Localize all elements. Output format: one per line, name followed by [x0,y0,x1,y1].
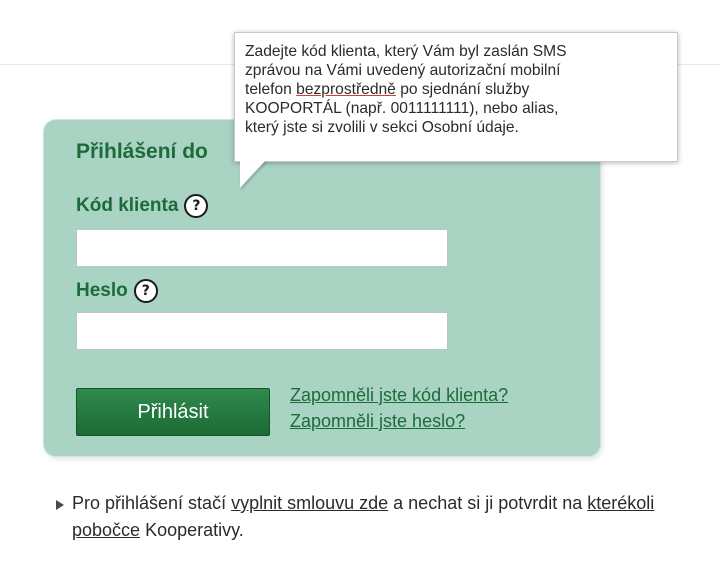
login-button[interactable]: Přihlásit [76,388,270,436]
truncated-header-text [0,0,720,12]
triangle-right-icon [56,500,64,510]
registration-info: Pro přihlášení stačí vyplnit smlouvu zde… [72,490,712,544]
question-circle-icon[interactable]: ? [184,194,209,218]
client-code-label-row: Kód klienta ? [76,194,209,218]
login-title: Přihlášení do [76,140,208,163]
tooltip-arrow [240,160,266,188]
tooltip-line: který jste si zvolili v sekci Osobní úda… [245,119,519,136]
help-tooltip: Zadejte kód klienta, který Vám byl zaslá… [234,32,678,162]
info-text-part: Kooperativy. [140,520,244,540]
tooltip-highlighted-word: bezprostředně [296,81,396,98]
forgot-client-code-link[interactable]: Zapomněli jste kód klienta? [290,385,508,406]
forgot-password-link[interactable]: Zapomněli jste heslo? [290,411,465,432]
tooltip-line: Zadejte kód klienta, který Vám byl zaslá… [245,43,567,60]
password-input[interactable] [76,312,448,350]
tooltip-text: po sjednání služby [395,81,530,98]
client-code-label: Kód klienta [76,195,179,216]
password-label: Heslo [76,280,128,301]
tooltip-line: telefon bezprostředně po sjednání služby [245,80,669,99]
fill-contract-link[interactable]: vyplnit smlouvu zde [231,493,388,513]
client-code-input[interactable] [76,229,448,267]
tooltip-line: zprávou na Vámi uvedený autorizační mobi… [245,62,561,79]
password-label-row: Heslo ? [76,279,158,303]
tooltip-line: KOOPORTÁL (např. 0011111111), nebo alias… [245,100,559,117]
tooltip-text: telefon [245,81,297,98]
question-circle-icon[interactable]: ? [133,279,158,303]
info-text-part: Pro přihlášení stačí [72,493,232,513]
info-text-part: a nechat si ji potvrdit na [388,493,588,513]
